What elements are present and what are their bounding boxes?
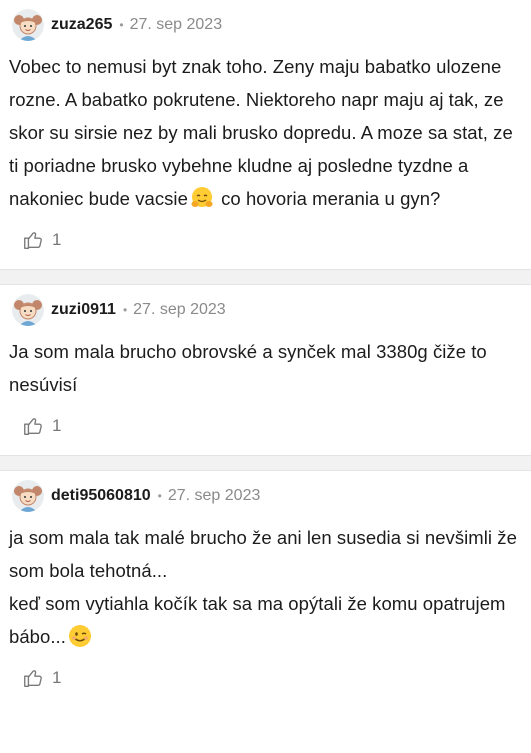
comment-1: zuza265 • 27. sep 2023 Vobec to nemusi b… [0, 0, 531, 265]
avatar[interactable] [12, 9, 44, 41]
avatar-icon [12, 294, 44, 326]
like-button[interactable]: 1 [0, 401, 531, 451]
avatar[interactable] [12, 294, 44, 326]
comment-separator [0, 455, 531, 471]
meta-separator: • [157, 489, 162, 503]
comment-text-part: Vobec to nemusi byt znak toho. Zeny maju… [9, 56, 513, 209]
like-button[interactable]: 1 [0, 653, 531, 703]
like-count: 1 [52, 230, 62, 249]
comment-text: ja som mala tak malé brucho že ani len s… [0, 521, 531, 653]
author-name[interactable]: zuza265 [51, 16, 112, 34]
thumbs-up-icon [22, 229, 44, 251]
comment-text: Ja som mala brucho obrovské a synček mal… [0, 335, 531, 401]
comment-text-part: Ja som mala brucho obrovské a synček mal… [9, 341, 487, 395]
comment-2: zuzi0911 • 27. sep 2023 Ja som mala bruc… [0, 285, 531, 451]
comment-date: 27. sep 2023 [129, 16, 223, 33]
meta-separator: • [122, 303, 128, 317]
avatar-icon [12, 9, 44, 41]
like-button[interactable]: 1 [0, 215, 531, 265]
avatar-icon [12, 480, 44, 512]
comment-header: deti95060810 • 27. sep 2023 [0, 471, 531, 521]
comment-date: 27. sep 2023 [133, 301, 226, 318]
comment-header: zuzi0911 • 27. sep 2023 [0, 285, 531, 335]
comment-3: deti95060810 • 27. sep 2023 ja som mala … [0, 471, 531, 703]
meta-separator: • [119, 18, 124, 32]
author-name[interactable]: deti95060810 [51, 487, 151, 505]
comment-date: 27. sep 2023 [167, 487, 261, 504]
winking-face-icon [68, 624, 92, 648]
thumbs-up-icon [22, 415, 44, 437]
comment-text: Vobec to nemusi byt znak toho. Zeny maju… [0, 50, 531, 215]
avatar[interactable] [12, 480, 44, 512]
comment-text-part: co hovoria merania u gyn? [215, 188, 441, 209]
hugging-face-icon [190, 186, 214, 210]
thumbs-up-icon [22, 667, 44, 689]
comment-header: zuza265 • 27. sep 2023 [0, 0, 531, 50]
comment-text-part: ja som mala tak malé brucho že ani len s… [9, 527, 517, 581]
comment-separator [0, 269, 531, 285]
like-count: 1 [52, 668, 62, 687]
like-count: 1 [52, 416, 62, 435]
author-name[interactable]: zuzi0911 [51, 301, 116, 319]
